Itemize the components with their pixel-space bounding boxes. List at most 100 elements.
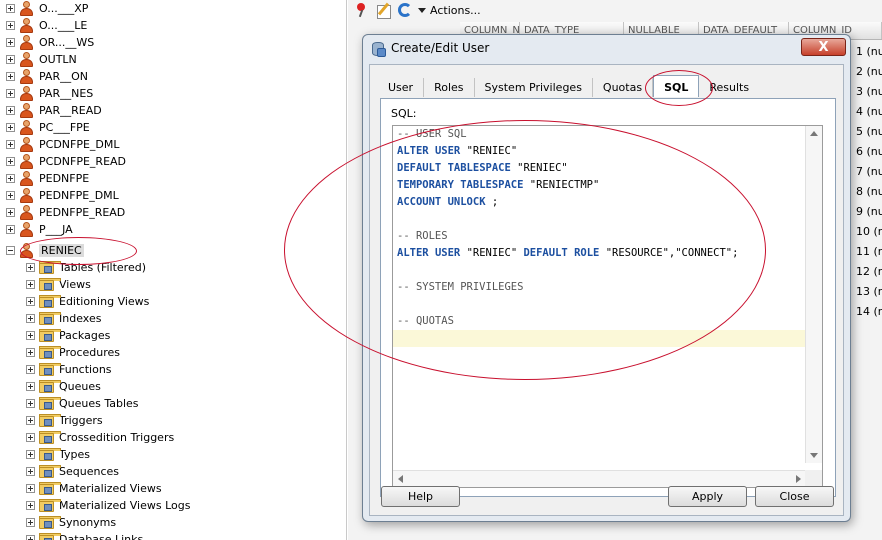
sql-line[interactable]: ALTER USER "RENIEC" DEFAULT ROLE "RESOUR… (393, 245, 806, 262)
sql-line[interactable]: ALTER USER "RENIEC" (393, 143, 806, 160)
expand-icon[interactable] (6, 174, 15, 183)
sql-line[interactable] (393, 262, 806, 279)
pin-icon[interactable] (354, 2, 370, 18)
grid-cell[interactable]: 10 (nu (856, 222, 882, 242)
tree-node-user[interactable]: PCDNFPE_READ (6, 153, 126, 170)
tree-node-folder[interactable]: Views (26, 276, 91, 293)
sql-line[interactable] (393, 330, 806, 347)
expand-icon[interactable] (6, 106, 15, 115)
tab-quotas[interactable]: Quotas (593, 78, 654, 97)
expand-icon[interactable] (26, 382, 35, 391)
grid-cell[interactable]: 1 (nu (856, 42, 882, 62)
tree-node-folder[interactable]: Functions (26, 361, 112, 378)
tree-node-folder[interactable]: Queues (26, 378, 101, 395)
sql-line[interactable]: -- ROLES (393, 228, 806, 245)
expand-icon[interactable] (6, 225, 15, 234)
tree-node-folder[interactable]: Editioning Views (26, 293, 149, 310)
tree-node-user[interactable]: O...___LE (6, 17, 87, 34)
tree-node-user[interactable]: PCDNFPE_DML (6, 136, 120, 153)
tree-node-user[interactable]: PEDNFPE (6, 170, 89, 187)
tab-sql[interactable]: SQL (653, 75, 700, 97)
expand-icon[interactable] (6, 4, 15, 13)
expand-icon[interactable] (26, 518, 35, 527)
expand-icon[interactable] (26, 416, 35, 425)
expand-icon[interactable] (6, 157, 15, 166)
tree-node-folder[interactable]: Queues Tables (26, 395, 139, 412)
expand-icon[interactable] (26, 467, 35, 476)
grid-cell[interactable]: 7 (nu (856, 162, 882, 182)
scroll-left-icon[interactable] (398, 475, 403, 483)
tab-system-privileges[interactable]: System Privileges (475, 78, 593, 97)
horizontal-scrollbar[interactable] (393, 470, 806, 487)
expand-icon[interactable] (6, 191, 15, 200)
actions-menu[interactable]: Actions... (418, 4, 481, 17)
grid-cell[interactable]: 6 (nu (856, 142, 882, 162)
tree-node-folder[interactable]: Synonyms (26, 514, 116, 531)
tree-node-user[interactable]: OR...__WS (6, 34, 94, 51)
tree-node-user[interactable]: O...___XP (6, 0, 88, 17)
tree-node-user[interactable]: PEDNFPE_READ (6, 204, 125, 221)
tree-node-folder[interactable]: Database Links (26, 531, 143, 540)
sql-line[interactable]: -- USER SQL (393, 126, 806, 143)
expand-icon[interactable] (26, 365, 35, 374)
tab-user[interactable]: User (378, 78, 425, 97)
expand-icon[interactable] (26, 314, 35, 323)
grid-cell[interactable]: 12 (nu (856, 262, 882, 282)
expand-icon[interactable] (6, 21, 15, 30)
expand-icon[interactable] (26, 399, 35, 408)
tree-node-user[interactable]: PAR__READ (6, 102, 102, 119)
tree-node-folder[interactable]: Tables (Filtered) (26, 259, 146, 276)
tree-node-folder[interactable]: Materialized Views Logs (26, 497, 190, 514)
expand-icon[interactable] (26, 501, 35, 510)
tree-node-user[interactable]: P___JA (6, 221, 73, 238)
grid-cell[interactable]: 11 (nu (856, 242, 882, 262)
expand-icon[interactable] (26, 348, 35, 357)
close-button[interactable]: Close (755, 486, 834, 507)
grid-cell[interactable]: 3 (nu (856, 82, 882, 102)
refresh-icon[interactable] (398, 3, 412, 17)
tree-node-folder[interactable]: Indexes (26, 310, 101, 327)
help-button[interactable]: Help (381, 486, 460, 507)
edit-icon[interactable] (376, 2, 392, 19)
dialog-title-bar[interactable]: Create/Edit User (363, 35, 850, 61)
expand-icon[interactable] (26, 450, 35, 459)
sql-line[interactable]: ACCOUNT UNLOCK ; (393, 194, 806, 211)
sql-line[interactable] (393, 296, 806, 313)
tree-node-folder[interactable]: Types (26, 446, 90, 463)
scroll-right-icon[interactable] (796, 475, 801, 483)
sql-editor[interactable]: -- USER SQL ALTER USER "RENIEC" DEFAULT TA… (392, 125, 823, 488)
expand-icon[interactable] (6, 89, 15, 98)
expand-icon[interactable] (26, 331, 35, 340)
tree-node-folder[interactable]: Crossedition Triggers (26, 429, 174, 446)
sql-code[interactable]: -- USER SQL ALTER USER "RENIEC" DEFAULT TA… (393, 126, 806, 463)
expand-icon[interactable] (26, 263, 35, 272)
tree-node-user[interactable]: PC___FPE (6, 119, 90, 136)
tree-node-reniec[interactable]: RENIEC (6, 242, 84, 259)
expand-icon[interactable] (6, 208, 15, 217)
sql-line[interactable]: -- QUOTAS (393, 313, 806, 330)
grid-cell[interactable]: 4 (nu (856, 102, 882, 122)
expand-icon[interactable] (6, 55, 15, 64)
tab-results[interactable]: Results (699, 78, 759, 97)
tree-node-folder[interactable]: Sequences (26, 463, 119, 480)
expand-icon[interactable] (26, 433, 35, 442)
tree-node-folder[interactable]: Packages (26, 327, 110, 344)
scroll-down-icon[interactable] (810, 453, 818, 458)
sql-line[interactable]: DEFAULT TABLESPACE "RENIEC" (393, 160, 806, 177)
expand-icon[interactable] (6, 38, 15, 47)
grid-cell[interactable]: 14 (nu (856, 302, 882, 322)
grid-cell[interactable]: 2 (nu (856, 62, 882, 82)
close-icon[interactable]: X (801, 38, 846, 56)
sql-line[interactable]: TEMPORARY TABLESPACE "RENIECTMP" (393, 177, 806, 194)
apply-button[interactable]: Apply (668, 486, 747, 507)
grid-cell[interactable]: 5 (nu (856, 122, 882, 142)
tree-node-folder[interactable]: Procedures (26, 344, 120, 361)
tree-node-user[interactable]: PAR__NES (6, 85, 93, 102)
grid-cell[interactable]: 13 (nu (856, 282, 882, 302)
expand-icon[interactable] (26, 297, 35, 306)
grid-cell[interactable]: 8 (nu (856, 182, 882, 202)
tab-roles[interactable]: Roles (424, 78, 475, 97)
tree-node-user[interactable]: PAR__ON (6, 68, 88, 85)
expand-icon[interactable] (26, 280, 35, 289)
tree-node-user[interactable]: OUTLN (6, 51, 77, 68)
